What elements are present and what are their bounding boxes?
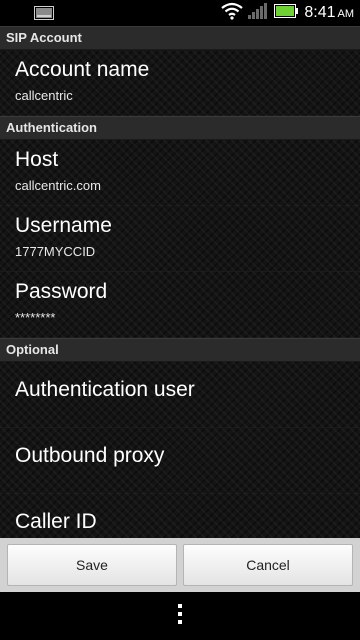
wifi-icon [220, 2, 244, 25]
authentication-user-setting[interactable]: Authentication user [0, 362, 360, 428]
username-title: Username [15, 214, 112, 237]
section-header-authentication: Authentication [0, 116, 360, 140]
password-setting[interactable]: Password ******** [0, 272, 360, 338]
password-title: Password [15, 280, 108, 303]
cancel-button[interactable]: Cancel [183, 544, 353, 586]
host-value: callcentric.com [15, 178, 101, 193]
outbound-proxy-title: Outbound proxy [15, 444, 165, 467]
status-bar: 8:41 AM [0, 0, 360, 26]
signal-icon [248, 2, 268, 24]
caller-id-setting[interactable]: Caller ID [0, 494, 360, 538]
save-button[interactable]: Save [7, 544, 177, 586]
navigation-bar [0, 592, 360, 640]
button-bar: Save Cancel [0, 538, 360, 592]
account-name-setting[interactable]: Account name callcentric [0, 50, 360, 116]
host-setting[interactable]: Host callcentric.com [0, 140, 360, 206]
username-setting[interactable]: Username 1777MYCCID [0, 206, 360, 272]
account-name-title: Account name [15, 58, 150, 81]
clock: 8:41 AM [304, 4, 354, 22]
settings-list: SIP Account Account name callcentric Aut… [0, 26, 360, 538]
outbound-proxy-setting[interactable]: Outbound proxy [0, 428, 360, 494]
caller-id-title: Caller ID [15, 510, 97, 533]
host-title: Host [15, 148, 59, 171]
section-header-optional: Optional [0, 338, 360, 362]
clock-ampm: AM [337, 8, 355, 20]
password-value: ******** [15, 310, 56, 325]
overflow-menu-icon[interactable] [176, 603, 184, 630]
section-header-sip-account: SIP Account [0, 26, 360, 50]
authentication-user-title: Authentication user [15, 378, 195, 401]
account-name-value: callcentric [15, 88, 73, 103]
battery-icon [274, 3, 299, 23]
notification-icon [34, 6, 54, 25]
username-value: 1777MYCCID [15, 244, 96, 259]
clock-time: 8:41 [304, 4, 336, 21]
